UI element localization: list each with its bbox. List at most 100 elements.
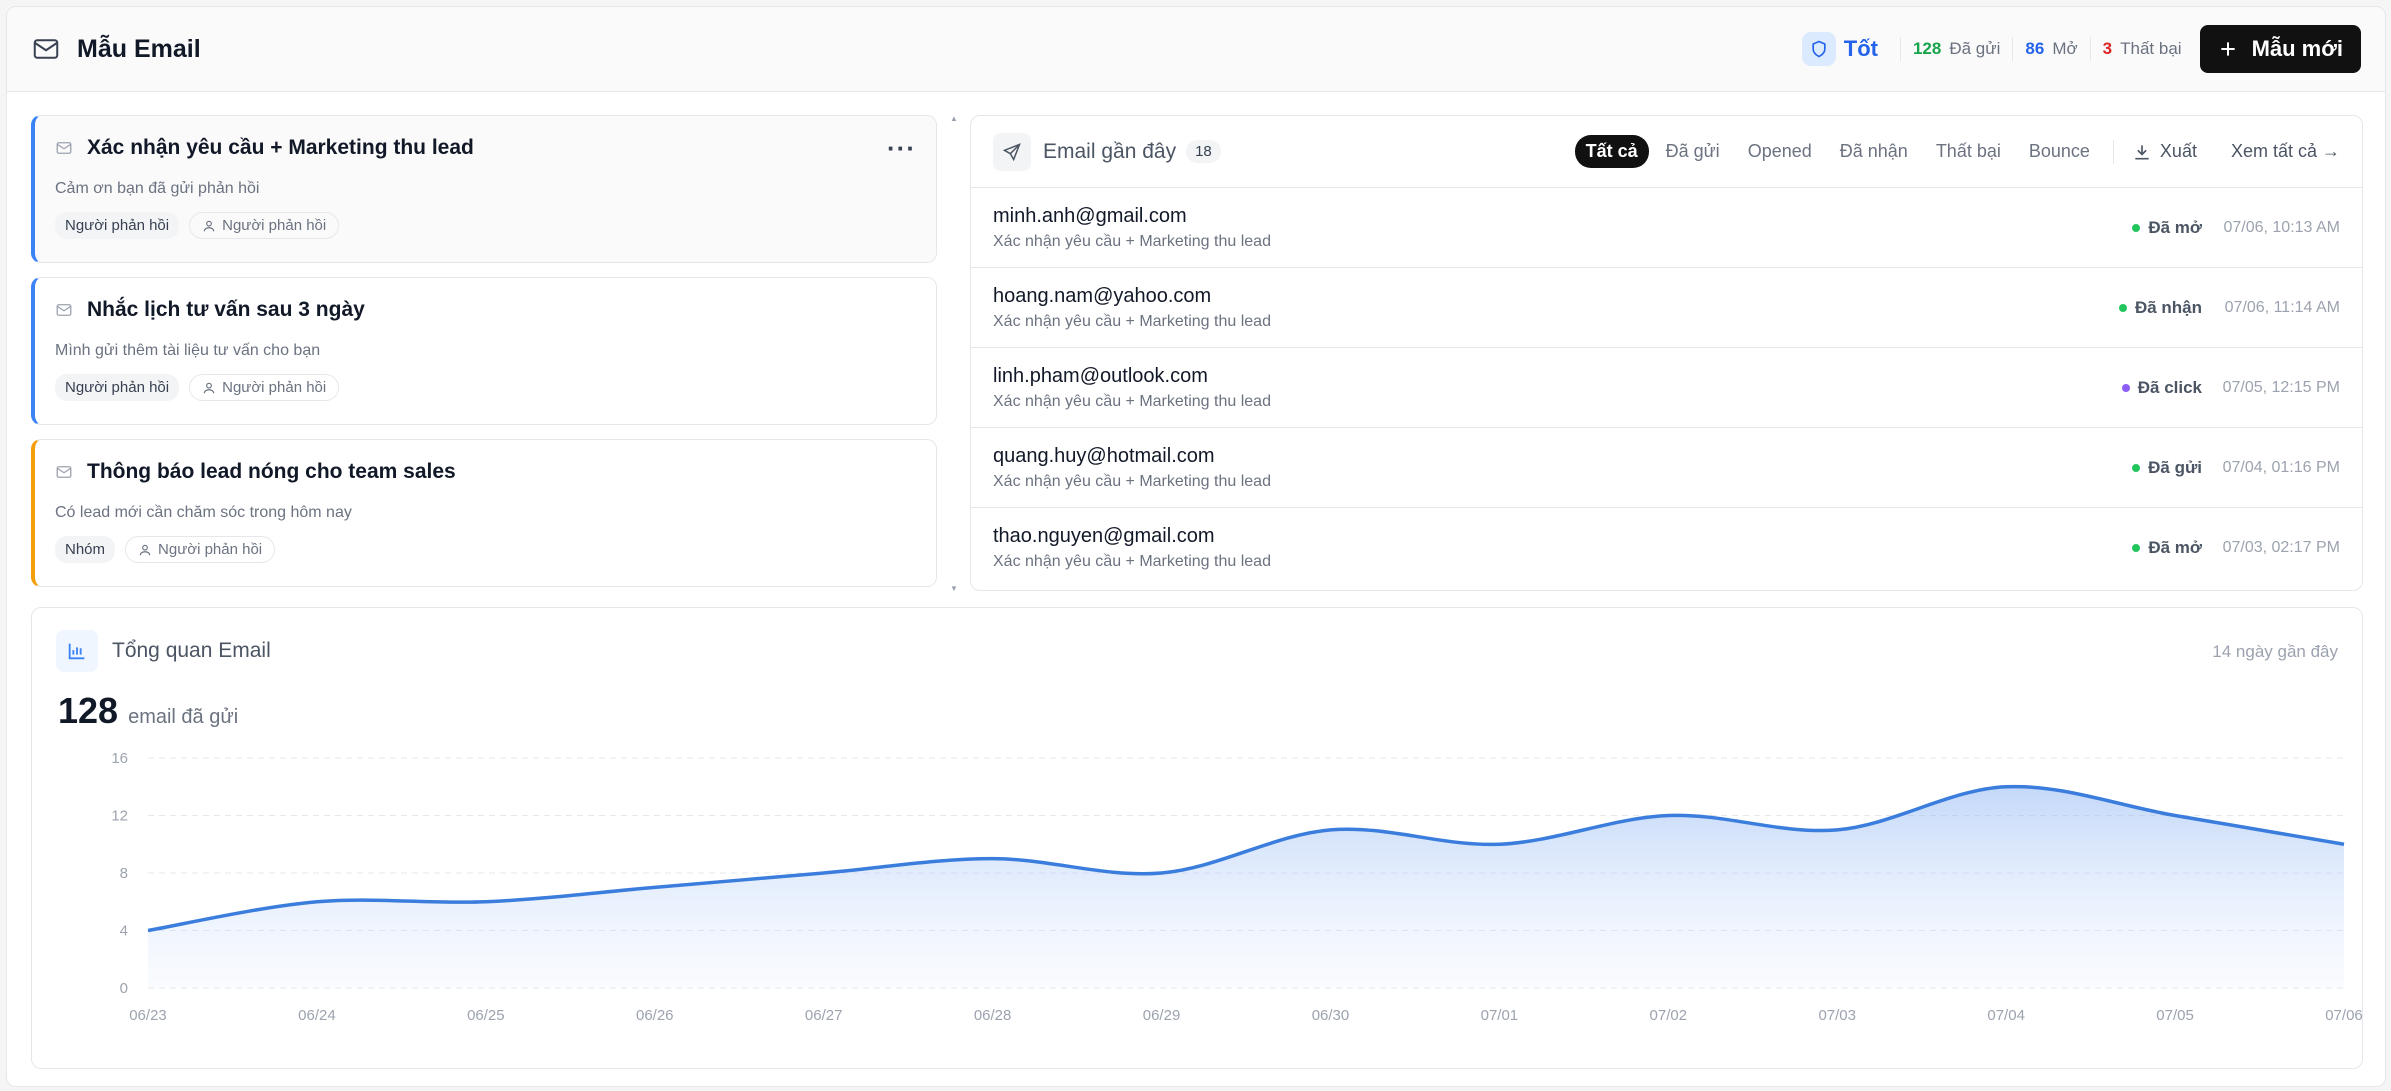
status-badge: Đã click bbox=[2121, 377, 2202, 398]
export-button[interactable]: Xuất bbox=[2126, 141, 2203, 162]
data-point bbox=[1160, 871, 1164, 875]
divider bbox=[2089, 37, 2091, 61]
health-status: Tốt bbox=[1801, 32, 1888, 66]
user-icon bbox=[139, 544, 151, 555]
filter-sent[interactable]: Đã gửi bbox=[1655, 135, 1731, 168]
email-address: hoang.nam@yahoo.com bbox=[993, 284, 1212, 307]
template-card[interactable]: Thông báo lead nóng cho team sales Có le… bbox=[31, 439, 937, 587]
x-tick-label: 07/05 bbox=[2156, 1007, 2194, 1024]
scroll-down-icon[interactable]: ▼ bbox=[950, 585, 958, 593]
template-list: Xác nhận yêu cầu + Marketing thu lead ··… bbox=[31, 115, 943, 595]
y-tick-label: 16 bbox=[111, 750, 128, 767]
send-icon bbox=[993, 132, 1031, 171]
data-point bbox=[146, 929, 150, 933]
recipient-tag-label: Người phản hồi bbox=[158, 541, 263, 558]
data-point bbox=[1666, 814, 1670, 818]
data-point bbox=[1328, 828, 1332, 832]
filter-failed[interactable]: Thất bại bbox=[1925, 135, 2012, 168]
template-card[interactable]: Nhắc lịch tư vấn sau 3 ngày Mình gửi thê… bbox=[31, 277, 937, 425]
email-overview-panel: Tổng quan Email 14 ngày gần đây 128 emai… bbox=[31, 607, 2363, 1069]
email-address: minh.anh@gmail.com bbox=[993, 204, 1187, 227]
view-all-link[interactable]: Xem tất cả → bbox=[2231, 141, 2340, 162]
email-subject: Xác nhận yêu cầu + Marketing thu lead bbox=[993, 392, 1271, 410]
email-row[interactable]: minh.anh@gmail.com Xác nhận yêu cầu + Ma… bbox=[971, 188, 2362, 268]
stat-opened: 86 Mở bbox=[2025, 39, 2077, 59]
email-row[interactable]: thao.nguyen@gmail.com Xác nhận yêu cầu +… bbox=[971, 508, 2362, 588]
user-icon bbox=[203, 382, 215, 393]
overview-total: 128 email đã gửi bbox=[58, 690, 238, 732]
filter-tabs: Tất cả Đã gửi Opened Đã nhận Thất bại Bo… bbox=[1574, 135, 2340, 168]
data-point bbox=[315, 900, 319, 904]
download-icon bbox=[2135, 144, 2149, 159]
scrollbar[interactable]: ▲ ▼ bbox=[950, 115, 958, 593]
stat-opened-value: 86 bbox=[2025, 39, 2045, 58]
data-point bbox=[2173, 814, 2177, 818]
more-options-icon[interactable]: ··· bbox=[887, 135, 916, 161]
x-tick-label: 07/03 bbox=[1818, 1007, 1856, 1024]
status-badge: Đã mở bbox=[2132, 538, 2202, 558]
email-timestamp: 07/06, 10:13 AM bbox=[2223, 218, 2340, 236]
recent-emails-title: Email gần đây bbox=[1043, 139, 1177, 163]
header: Mẫu Email Tốt 128 Đã gửi 86 Mở 3 Thất bạ bbox=[7, 7, 2385, 92]
divider bbox=[1899, 37, 1901, 61]
x-tick-label: 06/27 bbox=[805, 1007, 843, 1024]
mail-icon bbox=[56, 466, 72, 478]
email-subject: Xác nhận yêu cầu + Marketing thu lead bbox=[993, 312, 1271, 330]
x-tick-label: 07/06 bbox=[2325, 1007, 2362, 1024]
mail-icon bbox=[33, 39, 59, 59]
total-sent-label: email đã gửi bbox=[128, 706, 239, 728]
filter-bounce[interactable]: Bounce bbox=[2018, 135, 2101, 168]
overview-title: Tổng quan Email bbox=[112, 639, 271, 662]
x-tick-label: 07/02 bbox=[1650, 1007, 1688, 1024]
template-card[interactable]: Xác nhận yêu cầu + Marketing thu lead ··… bbox=[31, 115, 937, 263]
data-point bbox=[991, 857, 995, 861]
shield-icon bbox=[1801, 32, 1836, 66]
export-label: Xuất bbox=[2159, 141, 2197, 161]
status-dot bbox=[2121, 383, 2130, 392]
template-description: Có lead mới cần chăm sóc trong hôm nay bbox=[55, 504, 352, 521]
stat-opened-label: Mở bbox=[2052, 39, 2078, 58]
divider bbox=[2012, 37, 2014, 61]
email-row[interactable]: linh.pham@outlook.com Xác nhận yêu cầu +… bbox=[971, 348, 2362, 428]
recipient-tag: Người phản hồi bbox=[189, 212, 340, 239]
data-point bbox=[2342, 842, 2346, 846]
data-point bbox=[1835, 828, 1839, 832]
count-badge: 18 bbox=[1186, 140, 1221, 163]
status-label: Đã gửi bbox=[2148, 457, 2202, 477]
x-tick-label: 07/01 bbox=[1481, 1007, 1519, 1024]
series-area bbox=[148, 786, 2344, 988]
page-title: Mẫu Email bbox=[77, 34, 201, 63]
x-tick-label: 06/26 bbox=[636, 1007, 674, 1024]
recipient-tag: Người phản hồi bbox=[125, 536, 276, 563]
template-tag: Người phản hồi bbox=[55, 374, 180, 401]
template-tag: Người phản hồi bbox=[55, 212, 180, 239]
data-point bbox=[484, 900, 488, 904]
x-tick-label: 07/04 bbox=[1987, 1007, 2025, 1024]
email-row[interactable]: quang.huy@hotmail.com Xác nhận yêu cầu +… bbox=[971, 428, 2362, 508]
template-title: Nhắc lịch tư vấn sau 3 ngày bbox=[87, 298, 365, 321]
template-title: Xác nhận yêu cầu + Marketing thu lead bbox=[87, 136, 474, 159]
filter-all[interactable]: Tất cả bbox=[1574, 135, 1649, 168]
email-subject: Xác nhận yêu cầu + Marketing thu lead bbox=[993, 553, 1271, 570]
template-tag: Nhóm bbox=[55, 536, 116, 563]
status-label: Đã click bbox=[2137, 377, 2202, 397]
mail-icon bbox=[56, 304, 72, 316]
email-timestamp: 07/04, 01:16 PM bbox=[2222, 458, 2340, 476]
y-tick-label: 4 bbox=[120, 923, 128, 940]
mail-icon bbox=[56, 142, 72, 154]
data-point bbox=[1497, 842, 1501, 846]
status-badge: Đã nhận bbox=[2118, 298, 2202, 318]
x-tick-label: 06/25 bbox=[467, 1007, 505, 1024]
new-template-button[interactable]: Mẫu mới bbox=[2199, 25, 2361, 73]
email-row[interactable]: hoang.nam@yahoo.com Xác nhận yêu cầu + M… bbox=[971, 268, 2362, 348]
x-tick-label: 06/29 bbox=[1143, 1007, 1181, 1024]
total-sent-value: 128 bbox=[58, 690, 119, 731]
x-tick-label: 06/30 bbox=[1312, 1007, 1350, 1024]
scroll-up-icon[interactable]: ▲ bbox=[950, 115, 958, 123]
email-timestamp: 07/06, 11:14 AM bbox=[2224, 298, 2340, 316]
filter-received[interactable]: Đã nhận bbox=[1829, 135, 1919, 168]
new-template-label: Mẫu mới bbox=[2251, 36, 2343, 61]
filter-opened[interactable]: Opened bbox=[1737, 135, 1823, 168]
x-tick-label: 06/23 bbox=[129, 1007, 167, 1024]
email-subject: Xác nhận yêu cầu + Marketing thu lead bbox=[993, 472, 1271, 490]
